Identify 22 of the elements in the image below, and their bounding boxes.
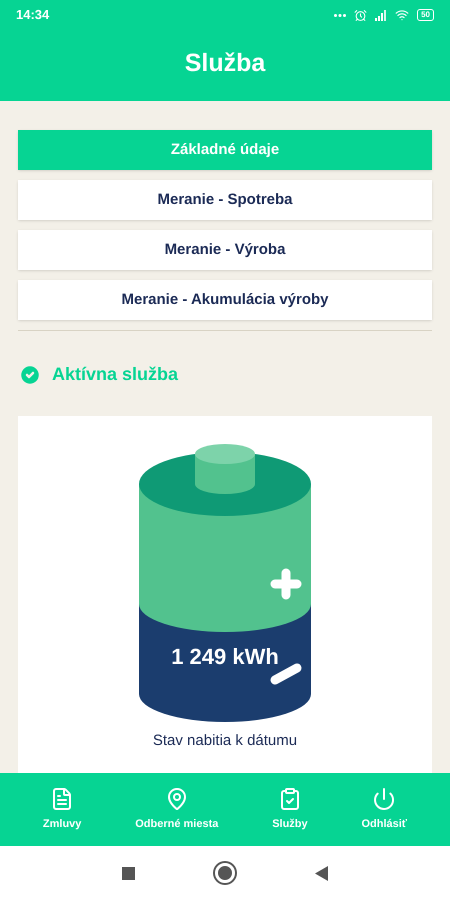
service-status-label: Aktívna služba [52, 363, 178, 386]
recent-apps-button[interactable] [122, 866, 135, 880]
more-dots-icon [334, 14, 346, 16]
nav-item[interactable]: Odhlásiť [361, 786, 408, 832]
section-tab[interactable]: Meranie - Výroba [18, 230, 432, 270]
power-icon [372, 786, 396, 811]
section-tab[interactable]: Meranie - Akumulácia výroby [18, 280, 432, 320]
status-time: 14:34 [16, 6, 50, 24]
page-title: Služba [184, 48, 266, 79]
nav-item[interactable]: Služby [272, 786, 308, 832]
nav-item[interactable]: Zmluvy [42, 786, 82, 832]
nav-item[interactable]: Odberné miesta [135, 786, 218, 832]
energy-value: 1 249 kWh [171, 643, 279, 671]
battery-indicator: 50 [417, 9, 434, 21]
section-tab[interactable]: Meranie - Spotreba [18, 180, 432, 220]
signal-icon [375, 10, 388, 20]
back-button[interactable] [315, 866, 328, 880]
home-button[interactable] [215, 863, 235, 883]
wifi-icon [395, 8, 410, 22]
section-tab[interactable]: Základné údaje [18, 130, 432, 170]
alarm-icon [354, 8, 368, 22]
battery-caption: Stav nabitia k dátumu [152, 731, 298, 751]
